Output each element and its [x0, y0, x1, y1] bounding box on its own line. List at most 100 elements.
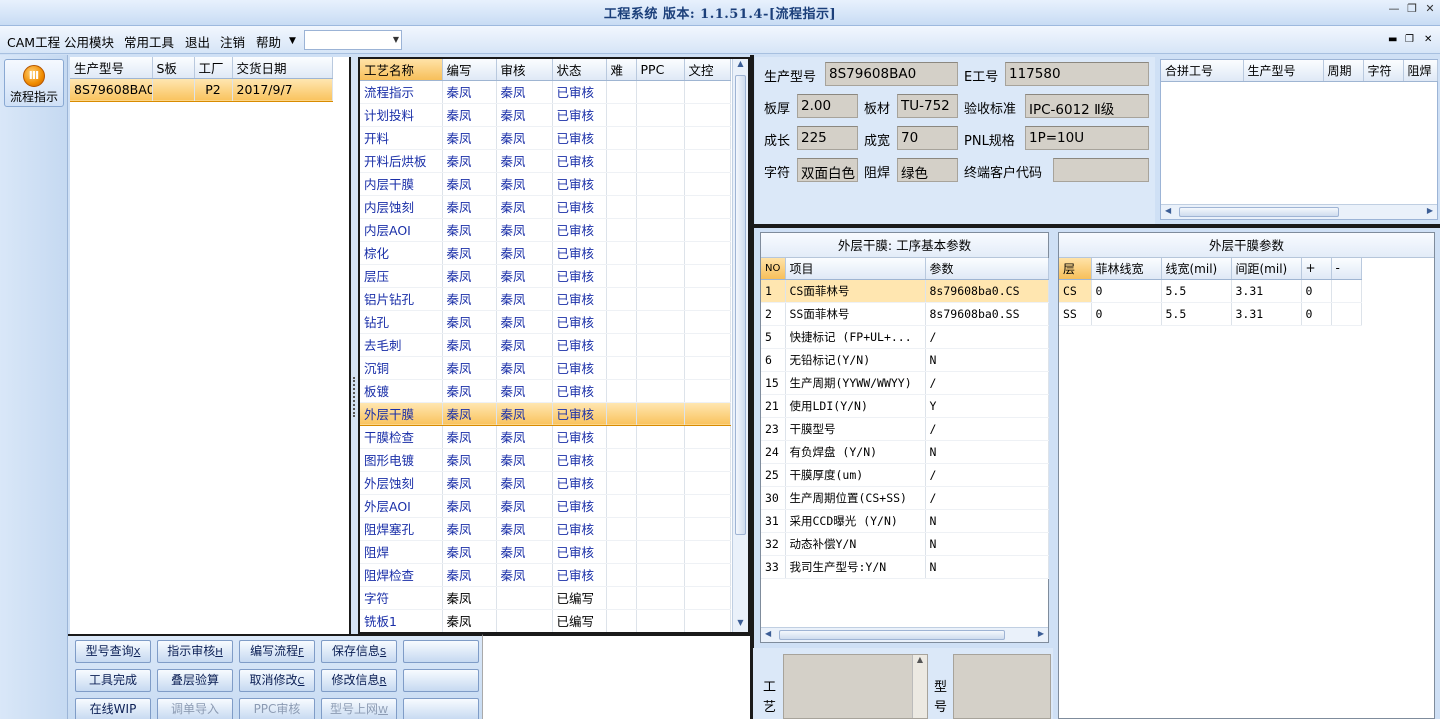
- column-header[interactable]: -: [1331, 258, 1362, 280]
- table-row[interactable]: CS 0 5.5 3.31 0: [1059, 279, 1362, 303]
- restore-icon[interactable]: ❐: [1404, 2, 1420, 16]
- column-header[interactable]: 状态: [552, 59, 607, 81]
- table-row[interactable]: 23 干膜型号 /: [761, 417, 1049, 441]
- standard-field[interactable]: IPC-6012 Ⅱ级: [1025, 94, 1149, 118]
- column-header[interactable]: 线宽(mil): [1161, 258, 1232, 280]
- width-field[interactable]: 70: [897, 126, 958, 150]
- help-dropdown-icon[interactable]: ▼: [289, 36, 296, 46]
- column-header[interactable]: NO: [761, 258, 786, 280]
- craft-scrollbar[interactable]: ▲: [912, 655, 927, 718]
- scroll-up-icon[interactable]: ▲: [913, 655, 927, 664]
- table-row[interactable]: 干膜检查 秦凤 秦凤 已审核: [360, 425, 731, 449]
- table-row[interactable]: 外层蚀刻 秦凤 秦凤 已审核: [360, 471, 731, 495]
- table-row[interactable]: 外层干膜 秦凤 秦凤 已审核: [360, 401, 731, 426]
- action-button[interactable]: 指示审核H: [157, 640, 233, 663]
- action-button[interactable]: 修改信息R: [321, 669, 397, 692]
- table-row[interactable]: 图形电镀 秦凤 秦凤 已审核: [360, 448, 731, 472]
- scroll-down-icon[interactable]: ▼: [733, 618, 748, 632]
- table-row[interactable]: 内层干膜 秦凤 秦凤 已审核: [360, 172, 731, 196]
- table-row[interactable]: 8S79608BA0 P2 2017/9/7: [70, 77, 333, 102]
- column-header[interactable]: 字符: [1363, 60, 1404, 82]
- menu-logout[interactable]: 注销: [220, 32, 245, 51]
- table-row[interactable]: 21 使用LDI(Y/N) Y: [761, 394, 1049, 418]
- column-header[interactable]: 菲林线宽: [1091, 258, 1162, 280]
- table-row[interactable]: 阻焊塞孔 秦凤 秦凤 已审核: [360, 517, 731, 541]
- column-header[interactable]: PPC: [636, 59, 685, 81]
- column-header[interactable]: 工艺名称: [360, 59, 443, 81]
- column-header[interactable]: 项目: [785, 258, 926, 280]
- action-button[interactable]: 型号上网W: [321, 698, 397, 719]
- column-header[interactable]: 难: [606, 59, 637, 81]
- table-row[interactable]: 24 有负焊盘 (Y/N) N: [761, 440, 1049, 464]
- action-button[interactable]: [403, 669, 479, 692]
- table-row[interactable]: 2 SS面菲林号 8s79608ba0.SS: [761, 302, 1049, 326]
- menu-exit[interactable]: 退出: [185, 32, 210, 51]
- column-header[interactable]: 周期: [1323, 60, 1364, 82]
- column-header[interactable]: 参数: [925, 258, 1049, 280]
- table-row[interactable]: 15 生产周期(YYWW/WWYY) /: [761, 371, 1049, 395]
- column-header[interactable]: 编写: [442, 59, 497, 81]
- scroll-thumb[interactable]: [1179, 207, 1339, 217]
- table-row[interactable]: 铝片钻孔 秦凤 秦凤 已审核: [360, 287, 731, 311]
- column-header[interactable]: 合拼工号: [1161, 60, 1244, 82]
- table-row[interactable]: 30 生产周期位置(CS+SS) /: [761, 486, 1049, 510]
- splitter-handle[interactable]: [351, 57, 358, 634]
- column-header[interactable]: 阻焊: [1403, 60, 1438, 82]
- table-row[interactable]: 计划投料 秦凤 秦凤 已审核: [360, 103, 731, 127]
- action-button[interactable]: 工具完成: [75, 669, 151, 692]
- action-button[interactable]: 型号查询X: [75, 640, 151, 663]
- table-row[interactable]: 流程指示 秦凤 秦凤 已审核: [360, 80, 731, 104]
- length-field[interactable]: 225: [797, 126, 858, 150]
- table-row[interactable]: 25 干膜厚度(um) /: [761, 463, 1049, 487]
- table-row[interactable]: 33 我司生产型号:Y/N N: [761, 555, 1049, 579]
- action-button[interactable]: 调单导入: [157, 698, 233, 719]
- table-row[interactable]: 板镀 秦凤 秦凤 已审核: [360, 379, 731, 403]
- mdi-close-icon[interactable]: ✕: [1424, 34, 1432, 45]
- action-button[interactable]: 取消修改C: [239, 669, 315, 692]
- model-field[interactable]: 8S79608BA0: [825, 62, 958, 86]
- scroll-right-icon[interactable]: ▶: [1038, 629, 1044, 638]
- table-row[interactable]: 铣板1 秦凤 已编写: [360, 609, 731, 632]
- action-button[interactable]: 保存信息S: [321, 640, 397, 663]
- scroll-thumb[interactable]: [779, 630, 1005, 640]
- table-row[interactable]: 内层蚀刻 秦凤 秦凤 已审核: [360, 195, 731, 219]
- e-no-field[interactable]: 117580: [1005, 62, 1149, 86]
- menu-common-tools[interactable]: 常用工具: [124, 32, 174, 51]
- table-row[interactable]: 去毛刺 秦凤 秦凤 已审核: [360, 333, 731, 357]
- solder-mask-field[interactable]: 绿色: [897, 158, 958, 182]
- column-header[interactable]: 间距(mil): [1231, 258, 1302, 280]
- basic-params-horizontal-scrollbar[interactable]: ◀ ▶: [761, 627, 1048, 642]
- column-header[interactable]: 交货日期: [232, 57, 333, 79]
- table-row[interactable]: 外层AOI 秦凤 秦凤 已审核: [360, 494, 731, 518]
- table-row[interactable]: 层压 秦凤 秦凤 已审核: [360, 264, 731, 288]
- merge-horizontal-scrollbar[interactable]: ◀ ▶: [1161, 204, 1437, 219]
- model-textarea[interactable]: [953, 654, 1051, 719]
- thickness-field[interactable]: 2.00: [797, 94, 858, 118]
- table-row[interactable]: 内层AOI 秦凤 秦凤 已审核: [360, 218, 731, 242]
- scroll-up-icon[interactable]: ▲: [733, 59, 748, 73]
- mdi-minimize-icon[interactable]: ▬: [1388, 34, 1397, 45]
- column-header[interactable]: S板: [152, 57, 195, 79]
- table-row[interactable]: 钻孔 秦凤 秦凤 已审核: [360, 310, 731, 334]
- table-row[interactable]: 字符 秦凤 已编写: [360, 586, 731, 610]
- menu-cam[interactable]: CAM工程: [7, 32, 60, 51]
- action-button[interactable]: PPC审核: [239, 698, 315, 719]
- action-button[interactable]: 编写流程F: [239, 640, 315, 663]
- column-header[interactable]: 层: [1059, 258, 1092, 280]
- scroll-left-icon[interactable]: ◀: [1165, 206, 1171, 215]
- table-row[interactable]: 6 无铅标记(Y/N) N: [761, 348, 1049, 372]
- column-header[interactable]: 文控: [684, 59, 731, 81]
- table-row[interactable]: 31 采用CCD曝光 (Y/N) N: [761, 509, 1049, 533]
- flow-instruction-button[interactable]: Ⅲ 流程指示: [4, 59, 64, 107]
- column-header[interactable]: 生产型号: [70, 57, 153, 79]
- mdi-restore-icon[interactable]: ❐: [1405, 34, 1414, 45]
- craft-textarea[interactable]: ▲: [783, 654, 928, 719]
- column-header[interactable]: +: [1301, 258, 1332, 280]
- scroll-left-icon[interactable]: ◀: [765, 629, 771, 638]
- table-row[interactable]: 5 快捷标记 (FP+UL+... /: [761, 325, 1049, 349]
- menu-public-module[interactable]: 公用模块: [64, 32, 114, 51]
- close-icon[interactable]: ✕: [1422, 2, 1438, 16]
- action-button[interactable]: 叠层验算: [157, 669, 233, 692]
- table-row[interactable]: 棕化 秦凤 秦凤 已审核: [360, 241, 731, 265]
- customer-code-field[interactable]: [1053, 158, 1149, 182]
